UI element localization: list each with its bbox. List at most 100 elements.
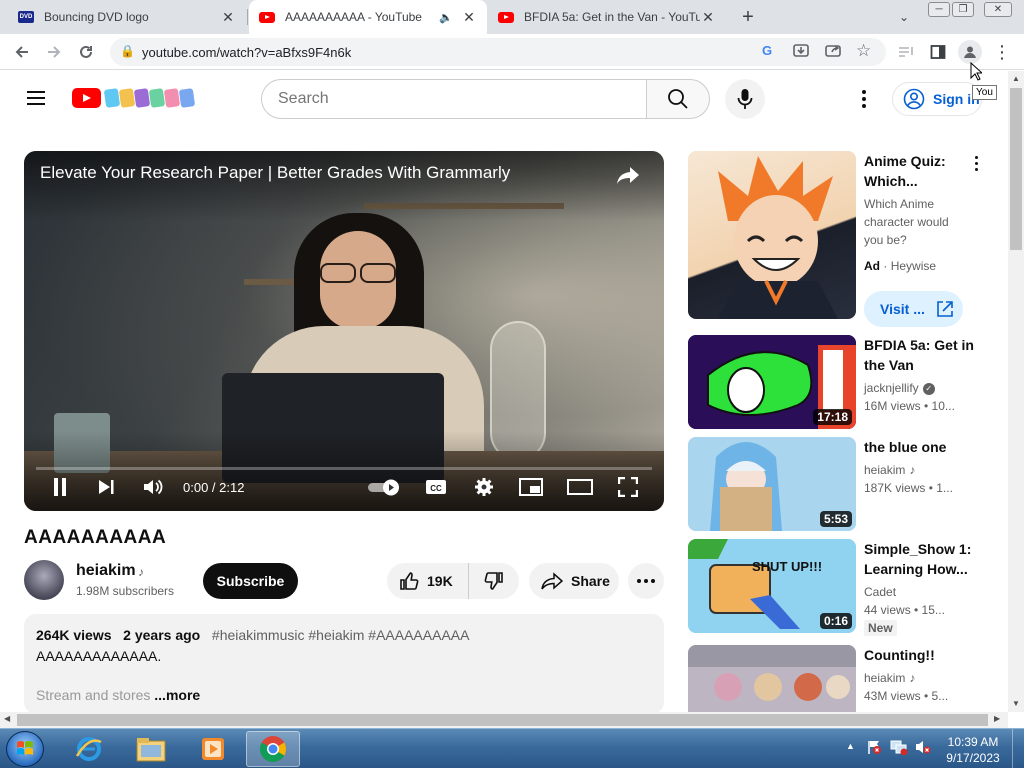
rec-channel[interactable]: jacknjellify ✓ <box>864 381 935 395</box>
chrome-taskbar-icon[interactable] <box>246 731 300 767</box>
video-player[interactable]: Elevate Your Research Paper | Better Gra… <box>24 151 664 511</box>
media-controls-icon[interactable] <box>894 40 918 64</box>
search-box[interactable] <box>261 79 647 119</box>
search-input[interactable] <box>278 90 628 108</box>
channel-avatar[interactable] <box>24 560 64 600</box>
share-button[interactable]: Share <box>529 563 619 599</box>
like-dislike-group: 19K <box>387 563 519 599</box>
visit-advertiser-button[interactable]: Visit ... <box>864 291 963 327</box>
bookmark-star-icon[interactable]: ☆ <box>856 41 871 61</box>
minimize-button[interactable]: ─ <box>928 2 950 17</box>
close-tab-icon[interactable]: ✕ <box>220 9 236 25</box>
volume-muted-icon[interactable] <box>914 739 932 760</box>
rec-thumbnail[interactable]: 5:53 <box>688 437 856 531</box>
media-player-taskbar-icon[interactable] <box>186 731 240 767</box>
dislike-button[interactable] <box>469 563 519 599</box>
music-note-icon: ♪ <box>138 565 144 579</box>
vertical-scroll-thumb[interactable] <box>1010 88 1022 250</box>
url-text[interactable]: youtube.com/watch?v=aBfxs9F4n6k <box>142 45 351 60</box>
share-arrow-icon[interactable] <box>616 165 640 185</box>
scroll-right-arrow-icon[interactable]: ▶ <box>994 714 1000 723</box>
search-button[interactable] <box>646 79 710 119</box>
forward-arrow-icon[interactable] <box>42 40 66 64</box>
channel-name[interactable]: heiakim <box>76 562 136 580</box>
profile-avatar-icon[interactable] <box>958 40 982 64</box>
autoplay-toggle[interactable] <box>366 475 402 499</box>
theater-mode-icon[interactable] <box>566 475 594 499</box>
scroll-up-arrow-icon[interactable]: ▲ <box>1012 74 1020 83</box>
ad-label: Ad <box>864 259 880 273</box>
hamburger-menu-icon[interactable] <box>27 91 45 109</box>
tab-title: BFDIA 5a: Get in the Van - YouTube <box>524 10 700 24</box>
start-button[interactable] <box>6 731 44 767</box>
subscribe-button[interactable]: Subscribe <box>203 563 298 599</box>
internet-explorer-taskbar-icon[interactable] <box>62 731 116 767</box>
ad-thumbnail[interactable] <box>688 151 856 319</box>
browser-toolbar: 🔒 youtube.com/watch?v=aBfxs9F4n6k G ☆ ⋮ <box>0 34 1024 70</box>
audio-playing-icon[interactable]: 🔈 <box>439 11 453 24</box>
scroll-left-arrow-icon[interactable]: ◀ <box>4 714 10 723</box>
network-icon[interactable] <box>890 739 908 760</box>
install-app-icon[interactable] <box>792 41 810 64</box>
restore-button[interactable]: ❐ <box>952 2 974 17</box>
back-arrow-icon[interactable] <box>10 40 34 64</box>
scroll-down-arrow-icon[interactable]: ▼ <box>1012 699 1020 708</box>
captions-icon[interactable]: CC <box>424 475 448 499</box>
rec-thumbnail[interactable]: 17:18 <box>688 335 856 429</box>
fullscreen-icon[interactable] <box>616 475 640 499</box>
system-clock[interactable]: 10:39 AM 9/17/2023 <box>944 734 1002 766</box>
sign-in-button[interactable]: Sign in <box>892 82 982 116</box>
ad-title[interactable]: Elevate Your Research Paper | Better Gra… <box>40 163 510 183</box>
more-link[interactable]: ...more <box>154 687 200 703</box>
like-button[interactable]: 19K <box>387 563 469 599</box>
tab-bfdia[interactable]: BFDIA 5a: Get in the Van - YouTube ✕ <box>488 0 726 34</box>
channel-name[interactable]: Cadet <box>864 585 896 599</box>
rec-title[interactable]: Anime Quiz: Which... <box>864 151 974 191</box>
volume-icon[interactable] <box>140 475 166 499</box>
rec-title[interactable]: Counting!! <box>864 645 974 665</box>
google-lens-icon[interactable]: G <box>762 43 772 58</box>
hashtags[interactable]: #heiakimmusic #heiakim #AAAAAAAAAA <box>212 627 470 643</box>
rec-title[interactable]: the blue one <box>864 437 974 457</box>
miniplayer-icon[interactable] <box>518 475 544 499</box>
rec-channel[interactable]: heiakim ♪ <box>864 463 915 477</box>
side-panel-icon[interactable] <box>926 40 950 64</box>
description-text-2: Stream and stores ...more <box>36 687 200 703</box>
description-box[interactable]: 264K views 2 years ago #heiakimmusic #he… <box>24 614 664 714</box>
settings-menu-icon[interactable] <box>852 87 876 111</box>
settings-gear-icon[interactable] <box>472 475 496 499</box>
tab-bouncing-dvd[interactable]: DVD Bouncing DVD logo ✕ <box>8 0 246 34</box>
voice-search-button[interactable] <box>725 79 765 119</box>
rec-thumbnail[interactable] <box>688 645 856 712</box>
next-icon[interactable] <box>94 475 118 499</box>
close-tab-icon[interactable]: ✕ <box>700 9 716 25</box>
show-hidden-icons-arrow[interactable]: ▲ <box>846 741 855 751</box>
rec-channel[interactable]: heiakim ♪ <box>864 671 915 685</box>
horizontal-scroll-thumb[interactable] <box>17 714 988 726</box>
tab-search-chevron-icon[interactable]: ⌄ <box>892 5 916 29</box>
share-page-icon[interactable] <box>824 41 842 64</box>
rec-thumbnail[interactable]: SHUT UP!!! 0:16 <box>688 539 856 633</box>
address-bar[interactable]: 🔒 youtube.com/watch?v=aBfxs9F4n6k G ☆ <box>110 38 886 66</box>
rec-stats: 187K views • 1... <box>864 481 953 495</box>
lock-icon[interactable]: 🔒 <box>120 44 135 58</box>
close-tab-icon[interactable]: ✕ <box>461 9 477 25</box>
rec-title[interactable]: BFDIA 5a: Get in the Van <box>864 335 974 375</box>
tab-youtube-active[interactable]: AAAAAAAAAA - YouTube 🔈 ✕ <box>249 0 487 34</box>
close-window-button[interactable]: ✕ <box>984 2 1012 17</box>
show-desktop-button[interactable] <box>1012 729 1024 769</box>
file-explorer-taskbar-icon[interactable] <box>124 731 178 767</box>
action-center-flag-icon[interactable] <box>866 739 882 760</box>
new-tab-icon[interactable]: + <box>736 5 760 29</box>
rec-title[interactable]: Simple_Show 1: Learning How... <box>864 539 974 579</box>
more-actions-button[interactable] <box>628 563 664 599</box>
upload-age: 2 years ago <box>123 627 201 643</box>
progress-bar[interactable] <box>36 467 652 470</box>
reload-icon[interactable] <box>74 40 98 64</box>
pause-icon[interactable] <box>48 475 72 499</box>
share-label: Share <box>571 573 610 589</box>
thumbs-down-icon <box>484 572 503 590</box>
rec-menu-icon[interactable] <box>964 154 988 174</box>
youtube-logo[interactable] <box>72 88 196 108</box>
chrome-menu-icon[interactable]: ⋮ <box>990 40 1014 64</box>
